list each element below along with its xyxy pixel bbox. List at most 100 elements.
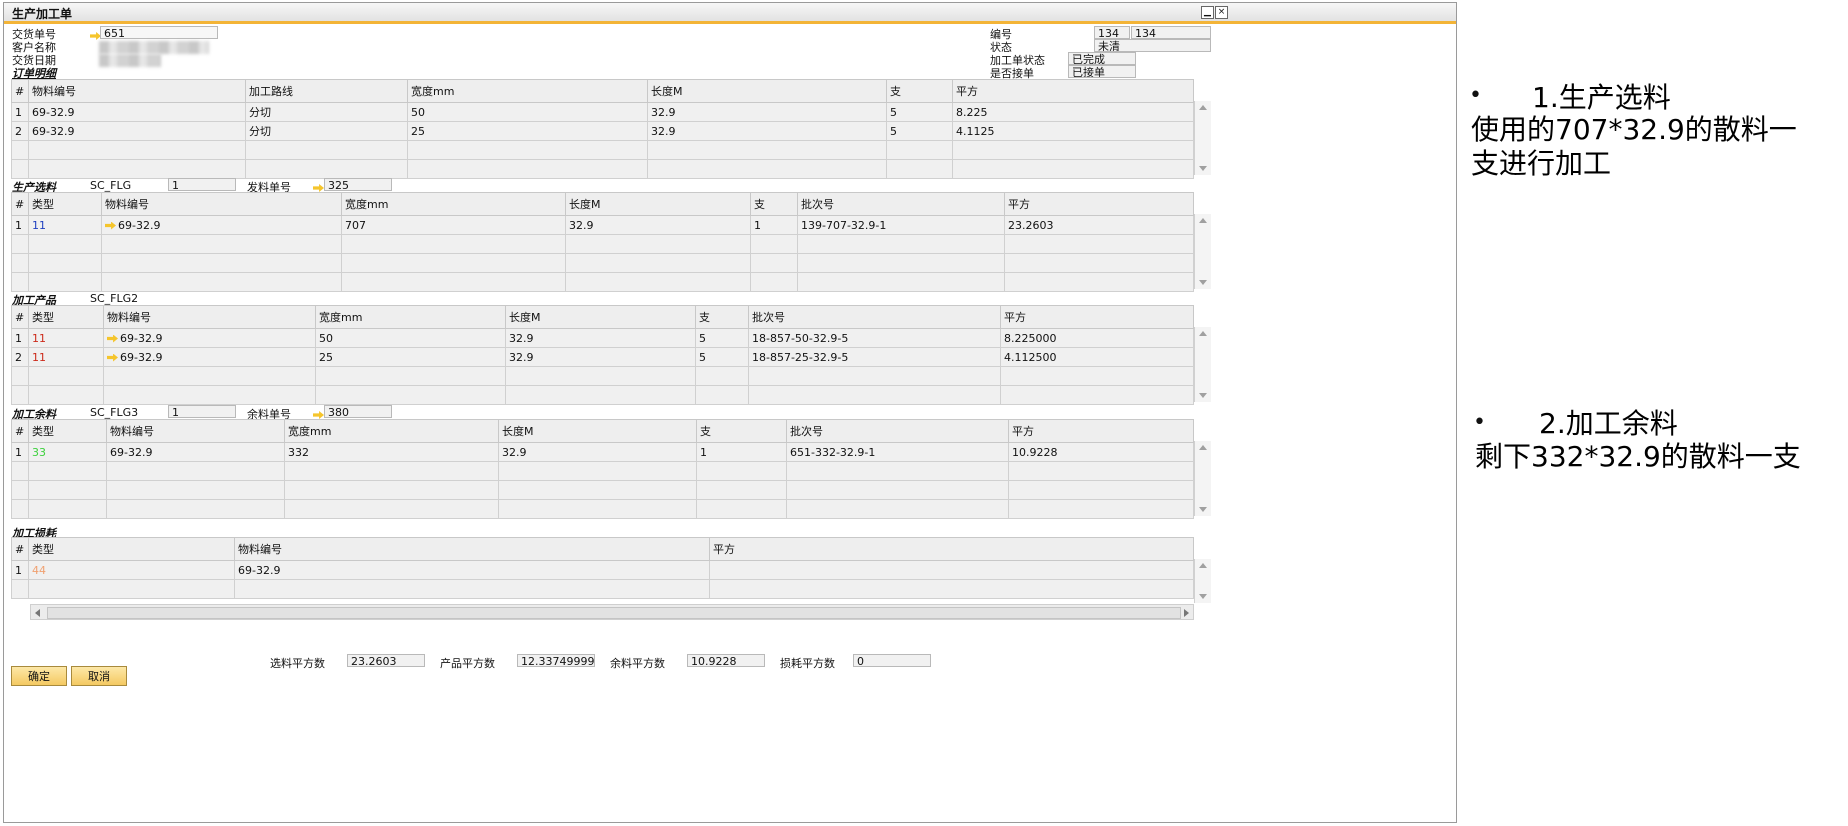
product-table-scrollbar[interactable] [1194, 327, 1211, 402]
col-pieces[interactable]: 支 [695, 305, 749, 329]
process-status-field[interactable]: 已完成 [1068, 52, 1136, 65]
table-row[interactable] [11, 385, 1194, 405]
col-length[interactable]: 长度M [565, 192, 751, 216]
scroll-right-icon[interactable] [1184, 609, 1189, 617]
scroll-thumb[interactable] [47, 607, 1181, 619]
loss-table: # 类型 物料编号 平方 1 44 69-32.9 [11, 537, 1194, 599]
col-area[interactable]: 平方 [952, 79, 1194, 103]
issue-no-field[interactable]: 325 [324, 178, 392, 191]
col-area[interactable]: 平方 [709, 537, 1194, 561]
col-type[interactable]: 类型 [28, 537, 235, 561]
table-row[interactable]: 1 33 69-32.9 332 32.9 1 651-332-32.9-1 1… [11, 442, 1194, 462]
col-length[interactable]: 长度M [498, 419, 697, 443]
col-width[interactable]: 宽度mm [407, 79, 648, 103]
col-area[interactable]: 平方 [1000, 305, 1194, 329]
col-pieces[interactable]: 支 [886, 79, 953, 103]
col-item-code[interactable]: 物料编号 [106, 419, 285, 443]
delivery-no-field[interactable]: 651 [100, 26, 218, 39]
col-width[interactable]: 宽度mm [315, 305, 506, 329]
window-title: 生产加工单 [12, 7, 73, 21]
minimize-icon[interactable]: ▁ [1201, 6, 1214, 19]
table-row[interactable] [11, 159, 1194, 179]
col-batch[interactable]: 批次号 [797, 192, 1005, 216]
production-order-window: 生产加工单 ▁ × 交货单号 651 客户名称 交货日期 订单明细 编号 134… [3, 2, 1457, 823]
col-width[interactable]: 宽度mm [284, 419, 499, 443]
bullet-icon: • [1469, 83, 1482, 108]
product-section-code: SC_FLG2 [90, 292, 139, 305]
link-arrow-icon[interactable] [107, 353, 118, 362]
status-field[interactable]: 未清 [1094, 39, 1211, 52]
col-index[interactable]: # [11, 537, 29, 561]
bullet-icon: • [1473, 410, 1486, 435]
col-index[interactable]: # [11, 419, 29, 443]
loss-area-field[interactable]: 0 [853, 654, 931, 667]
col-route[interactable]: 加工路线 [245, 79, 408, 103]
table-row[interactable] [11, 579, 1194, 599]
col-batch[interactable]: 批次号 [748, 305, 1001, 329]
col-pieces[interactable]: 支 [696, 419, 787, 443]
order-detail-table: # 物料编号 加工路线 宽度mm 长度M 支 平方 1 69-32.9 分切 50 32… [11, 79, 1194, 179]
col-pieces[interactable]: 支 [750, 192, 798, 216]
code-series-field[interactable]: 134 [1094, 26, 1130, 39]
table-row[interactable] [11, 253, 1194, 273]
col-length[interactable]: 长度M [647, 79, 887, 103]
table-row[interactable] [11, 140, 1194, 160]
col-area[interactable]: 平方 [1004, 192, 1194, 216]
product-area-label: 产品平方数 [440, 657, 495, 670]
col-type[interactable]: 类型 [28, 192, 102, 216]
link-arrow-icon[interactable] [107, 334, 118, 343]
table-row[interactable]: 1 69-32.9 分切 50 32.9 5 8.225 [11, 102, 1194, 122]
table-row[interactable] [11, 272, 1194, 292]
remnant-count-field[interactable]: 1 [168, 405, 236, 418]
close-icon[interactable]: × [1215, 6, 1228, 19]
product-area-field[interactable]: 12.33749999999 [517, 654, 595, 667]
loss-area-label: 损耗平方数 [780, 657, 835, 670]
delivery-date-redacted[interactable] [99, 54, 161, 67]
material-count-field[interactable]: 1 [168, 178, 236, 191]
material-section-code: SC_FLG [90, 179, 132, 192]
selected-area-field[interactable]: 23.2603 [347, 654, 425, 667]
table-row[interactable]: 2 69-32.9 分切 25 32.9 5 4.1125 [11, 121, 1194, 141]
col-item-code[interactable]: 物料编号 [101, 192, 342, 216]
table-row[interactable]: 2 11 69-32.9 25 32.9 5 18-857-25-32.9-5 … [11, 347, 1194, 367]
ok-button[interactable]: 确定 [11, 666, 67, 686]
table-row[interactable]: 1 11 69-32.9 50 32.9 5 18-857-50-32.9-5 … [11, 328, 1194, 348]
customer-name-redacted[interactable] [99, 41, 209, 54]
col-item-code[interactable]: 物料编号 [103, 305, 316, 329]
col-index[interactable]: # [11, 79, 29, 103]
col-item-code[interactable]: 物料编号 [234, 537, 710, 561]
cancel-button[interactable]: 取消 [71, 666, 127, 686]
code-number-field[interactable]: 134 [1131, 26, 1211, 39]
col-batch[interactable]: 批次号 [786, 419, 1009, 443]
scroll-left-icon[interactable] [35, 609, 40, 617]
table-row[interactable] [11, 234, 1194, 254]
order-table-scrollbar[interactable] [1194, 101, 1211, 175]
remnant-section-code: SC_FLG3 [90, 406, 139, 419]
loss-horizontal-scrollbar[interactable] [30, 604, 1194, 620]
col-area[interactable]: 平方 [1008, 419, 1194, 443]
table-row[interactable] [11, 366, 1194, 386]
col-width[interactable]: 宽度mm [341, 192, 566, 216]
table-row[interactable] [11, 461, 1194, 481]
table-row[interactable]: 1 44 69-32.9 [11, 560, 1194, 580]
remnant-table-scrollbar[interactable] [1194, 441, 1211, 516]
col-type[interactable]: 类型 [28, 419, 107, 443]
selected-area-label: 选料平方数 [270, 657, 325, 670]
link-arrow-icon[interactable] [105, 221, 116, 230]
note-2-line1: 剩下332*32.9的散料一支 [1475, 440, 1801, 473]
remnant-area-field[interactable]: 10.9228 [687, 654, 765, 667]
accepted-field[interactable]: 已接单 [1068, 65, 1136, 78]
col-item-code[interactable]: 物料编号 [28, 79, 246, 103]
table-row[interactable] [11, 499, 1194, 519]
material-table-scrollbar[interactable] [1194, 214, 1211, 289]
table-row[interactable] [11, 480, 1194, 500]
col-length[interactable]: 长度M [505, 305, 696, 329]
col-type[interactable]: 类型 [28, 305, 104, 329]
col-index[interactable]: # [11, 305, 29, 329]
note-1-line2: 支进行加工 [1471, 147, 1612, 180]
loss-table-scrollbar[interactable] [1194, 559, 1211, 603]
col-index[interactable]: # [11, 192, 29, 216]
table-row[interactable]: 1 11 69-32.9 707 32.9 1 139-707-32.9-1 2… [11, 215, 1194, 235]
remnant-no-field[interactable]: 380 [324, 405, 392, 418]
remnant-area-label: 余料平方数 [610, 657, 665, 670]
